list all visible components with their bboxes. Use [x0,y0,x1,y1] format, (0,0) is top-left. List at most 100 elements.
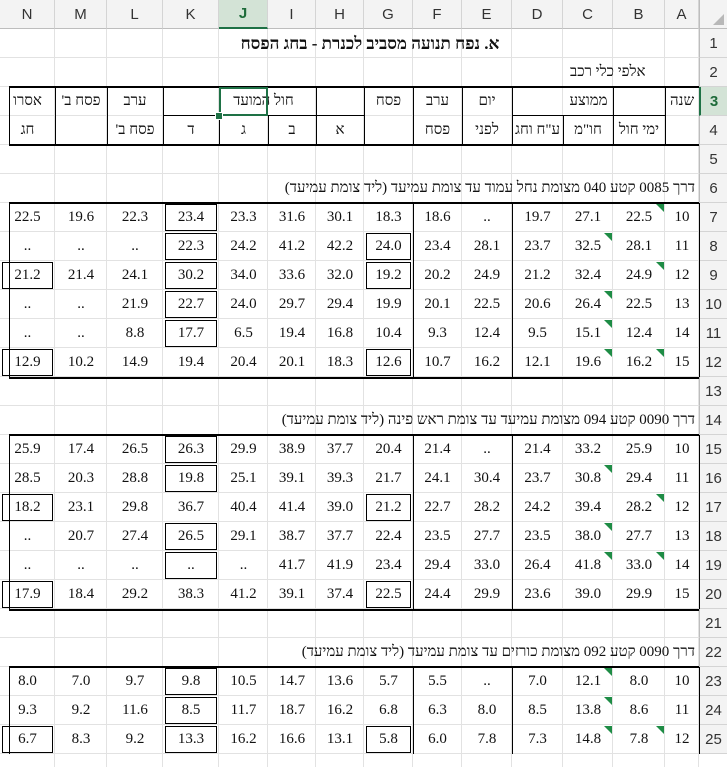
data-cell-m17[interactable]: 23.1 [55,493,107,522]
data-cell-g7[interactable]: 18.3 [364,203,413,232]
row-header-11[interactable]: 11 [699,319,727,348]
column-header-j[interactable]: J [219,0,268,29]
data-cell-d7[interactable]: 19.7 [512,203,563,232]
data-cell-h11[interactable]: 16.8 [316,319,364,348]
data-cell-g10[interactable]: 19.9 [364,290,413,319]
data-cell-b20[interactable]: 29.9 [613,580,665,609]
data-cell-l18[interactable]: 27.4 [107,522,163,551]
data-cell-d11[interactable]: 9.5 [512,319,563,348]
row-header-9[interactable]: 9 [699,261,727,290]
data-cell-a20[interactable]: 15 [665,580,699,609]
row-header-20[interactable]: 20 [699,580,727,609]
row-header-25[interactable]: 25 [699,725,727,754]
data-cell-b11[interactable]: 12.4 [613,319,665,348]
data-cell-d20[interactable]: 23.6 [512,580,563,609]
row-header-6[interactable]: 6 [699,174,727,203]
data-cell-h15[interactable]: 37.7 [316,435,364,464]
data-cell-d18[interactable]: 23.5 [512,522,563,551]
data-cell-d16[interactable]: 23.7 [512,464,563,493]
data-cell-a7[interactable]: 10 [665,203,699,232]
column-header-i[interactable]: I [268,0,316,29]
data-cell-g19[interactable]: 23.4 [364,551,413,580]
data-cell-d23[interactable]: 7.0 [512,667,563,696]
data-cell-i25[interactable]: 16.6 [268,725,316,754]
data-cell-h18[interactable]: 37.7 [316,522,364,551]
data-cell-e8[interactable]: 28.1 [462,232,512,261]
row-header-15[interactable]: 15 [699,435,727,464]
data-cell-e10[interactable]: 22.5 [462,290,512,319]
data-cell-e11[interactable]: 12.4 [462,319,512,348]
column-header-k[interactable]: K [163,0,219,29]
data-cell-e19[interactable]: 33.0 [462,551,512,580]
data-cell-e18[interactable]: 27.7 [462,522,512,551]
data-cell-m25[interactable]: 8.3 [55,725,107,754]
data-cell-b24[interactable]: 8.6 [613,696,665,725]
data-cell-a23[interactable]: 10 [665,667,699,696]
data-cell-i9[interactable]: 33.6 [268,261,316,290]
row-header-16[interactable]: 16 [699,464,727,493]
row-header-3[interactable]: 3 [699,87,727,116]
column-header-f[interactable]: F [413,0,462,29]
data-cell-e7[interactable]: .. [462,203,512,232]
data-cell-a25[interactable]: 12 [665,725,699,754]
data-cell-a11[interactable]: 14 [665,319,699,348]
data-cell-i8[interactable]: 41.2 [268,232,316,261]
row-header-7[interactable]: 7 [699,203,727,232]
data-cell-e17[interactable]: 28.2 [462,493,512,522]
column-header-g[interactable]: G [364,0,413,29]
data-cell-h16[interactable]: 39.3 [316,464,364,493]
data-cell-g16[interactable]: 21.7 [364,464,413,493]
data-cell-e16[interactable]: 30.4 [462,464,512,493]
data-cell-f10[interactable]: 20.1 [413,290,462,319]
data-cell-m19[interactable]: .. [55,551,107,580]
data-cell-c15[interactable]: 33.2 [563,435,613,464]
data-cell-g18[interactable]: 22.4 [364,522,413,551]
row-header-14[interactable]: 14 [699,406,727,435]
column-header-h[interactable]: H [316,0,364,29]
data-cell-j16[interactable]: 25.1 [219,464,268,493]
data-cell-i11[interactable]: 19.4 [268,319,316,348]
data-cell-l8[interactable]: .. [107,232,163,261]
data-cell-m8[interactable]: .. [55,232,107,261]
row-header-10[interactable]: 10 [699,290,727,319]
data-cell-l15[interactable]: 26.5 [107,435,163,464]
data-cell-i20[interactable]: 39.1 [268,580,316,609]
column-header-a[interactable]: A [665,0,699,29]
data-cell-i12[interactable]: 20.1 [268,348,316,377]
data-cell-f20[interactable]: 24.4 [413,580,462,609]
data-cell-m20[interactable]: 18.4 [55,580,107,609]
active-cell-selection[interactable] [219,87,268,116]
data-cell-j15[interactable]: 29.9 [219,435,268,464]
data-cell-j12[interactable]: 20.4 [219,348,268,377]
data-cell-e12[interactable]: 16.2 [462,348,512,377]
data-cell-l25[interactable]: 9.2 [107,725,163,754]
row-header-8[interactable]: 8 [699,232,727,261]
column-header-b[interactable]: B [613,0,665,29]
data-cell-l19[interactable]: .. [107,551,163,580]
data-cell-m18[interactable]: 20.7 [55,522,107,551]
data-cell-m9[interactable]: 21.4 [55,261,107,290]
data-cell-f9[interactable]: 20.2 [413,261,462,290]
data-cell-k20[interactable]: 38.3 [163,580,219,609]
row-header-13[interactable]: 13 [699,377,727,406]
data-cell-g15[interactable]: 20.4 [364,435,413,464]
data-cell-l11[interactable]: 8.8 [107,319,163,348]
data-cell-h20[interactable]: 37.4 [316,580,364,609]
data-cell-h24[interactable]: 16.2 [316,696,364,725]
data-cell-h23[interactable]: 13.6 [316,667,364,696]
data-cell-a15[interactable]: 10 [665,435,699,464]
data-cell-b8[interactable]: 28.1 [613,232,665,261]
data-cell-c20[interactable]: 39.0 [563,580,613,609]
data-cell-j8[interactable]: 24.2 [219,232,268,261]
data-cell-d19[interactable]: 26.4 [512,551,563,580]
data-cell-a19[interactable]: 14 [665,551,699,580]
data-cell-j20[interactable]: 41.2 [219,580,268,609]
data-cell-h8[interactable]: 42.2 [316,232,364,261]
data-cell-a10[interactable]: 13 [665,290,699,319]
data-cell-f25[interactable]: 6.0 [413,725,462,754]
data-cell-i18[interactable]: 38.7 [268,522,316,551]
data-cell-l10[interactable]: 21.9 [107,290,163,319]
data-cell-l7[interactable]: 22.3 [107,203,163,232]
data-cell-e23[interactable]: .. [462,667,512,696]
data-cell-m12[interactable]: 10.2 [55,348,107,377]
